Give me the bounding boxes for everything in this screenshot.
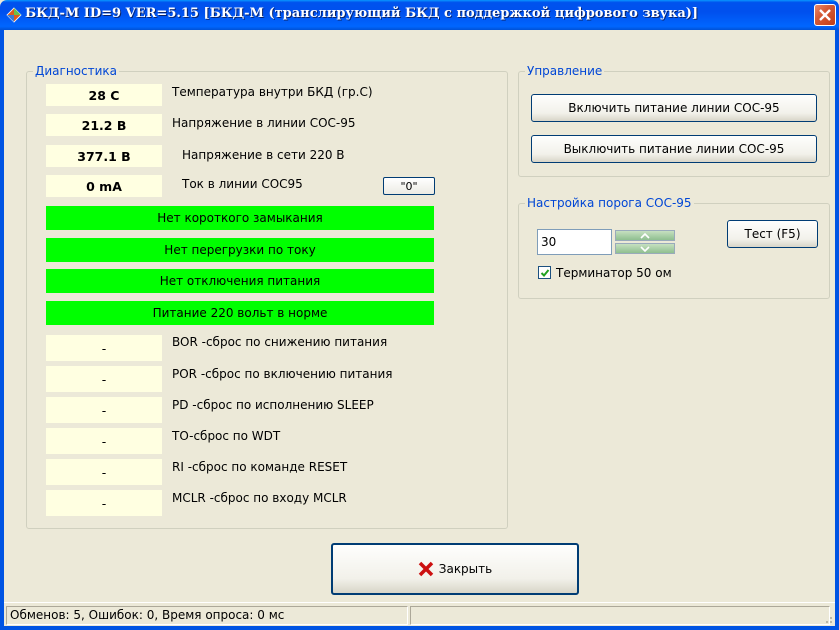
- title-bar[interactable]: БКД-М ID=9 VER=5.15 [БКД-М (транслирующи…: [0, 0, 839, 30]
- line-voltage-value: 21.2 В: [46, 114, 162, 136]
- bor-flag-label: BOR -сброс по снижению питания: [172, 335, 388, 349]
- threshold-spin-up[interactable]: [615, 230, 675, 241]
- test-button[interactable]: Тест (F5): [727, 220, 818, 248]
- temperature-value: 28 C: [46, 84, 162, 106]
- zero-current-button[interactable]: "0": [383, 177, 435, 195]
- terminator-checkbox[interactable]: [538, 266, 551, 279]
- terminator-label[interactable]: Терминатор 50 ом: [556, 266, 672, 280]
- pd-flag-label: PD -сброс по исполнению SLEEP: [172, 398, 374, 412]
- mains-voltage-label: Напряжение в сети 220 В: [182, 148, 345, 162]
- mclr-flag-label: MCLR -сброс по входу MCLR: [172, 491, 347, 505]
- threshold-legend: Настройка порога СОС-95: [525, 196, 694, 210]
- temperature-label: Температура внутри БКД (гр.С): [172, 85, 373, 99]
- ri-flag-value: -: [46, 459, 162, 485]
- mclr-flag-value: -: [46, 490, 162, 516]
- close-window-button[interactable]: [814, 4, 836, 26]
- por-flag-value: -: [46, 366, 162, 392]
- to-flag-value: -: [46, 428, 162, 454]
- red-x-icon: [418, 561, 434, 577]
- chevron-down-icon: [640, 245, 650, 252]
- power-on-button[interactable]: Включить питание линии СОС-95: [531, 94, 817, 122]
- diamond-icon: [6, 7, 22, 23]
- overcurrent-status: Нет перегрузки по току: [46, 238, 434, 262]
- close-button-label: Закрыть: [438, 562, 493, 576]
- control-legend: Управление: [525, 64, 605, 78]
- checkmark-icon: [540, 268, 549, 277]
- threshold-input[interactable]: 30: [537, 229, 612, 255]
- status-panel-empty: [410, 606, 830, 625]
- diagnostics-legend: Диагностика: [33, 64, 120, 78]
- line-current-label: Ток в линии СОС95: [182, 177, 303, 191]
- status-bar: Обменов: 5, Ошибок: 0, Время опроса: 0 м…: [4, 602, 835, 626]
- status-text: Обменов: 5, Ошибок: 0, Время опроса: 0 м…: [6, 606, 408, 625]
- ri-flag-label: RI -сброс по команде RESET: [172, 460, 348, 474]
- power-off-button[interactable]: Выключить питание линии СОС-95: [531, 135, 817, 163]
- close-button[interactable]: Закрыть: [331, 543, 579, 595]
- window-title: БКД-М ID=9 VER=5.15 [БКД-М (транслирующи…: [25, 6, 699, 21]
- close-icon: [819, 9, 831, 21]
- mains-voltage-value: 377.1 В: [46, 145, 162, 167]
- por-flag-label: POR -сброс по включению питания: [172, 367, 393, 381]
- power-cutoff-status: Нет отключения питания: [46, 269, 434, 293]
- to-flag-label: TO-сброс по WDT: [172, 429, 281, 443]
- line-current-value: 0 mA: [46, 175, 162, 197]
- threshold-spin-down[interactable]: [615, 243, 675, 254]
- pd-flag-value: -: [46, 397, 162, 423]
- bor-flag-value: -: [46, 335, 162, 361]
- short-circuit-status: Нет короткого замыкания: [46, 206, 434, 230]
- line-voltage-label: Напряжение в линии СОС-95: [172, 116, 356, 130]
- resize-grip-icon[interactable]: [821, 612, 833, 624]
- chevron-up-icon: [640, 232, 650, 239]
- mains-status: Питание 220 вольт в норме: [46, 301, 434, 325]
